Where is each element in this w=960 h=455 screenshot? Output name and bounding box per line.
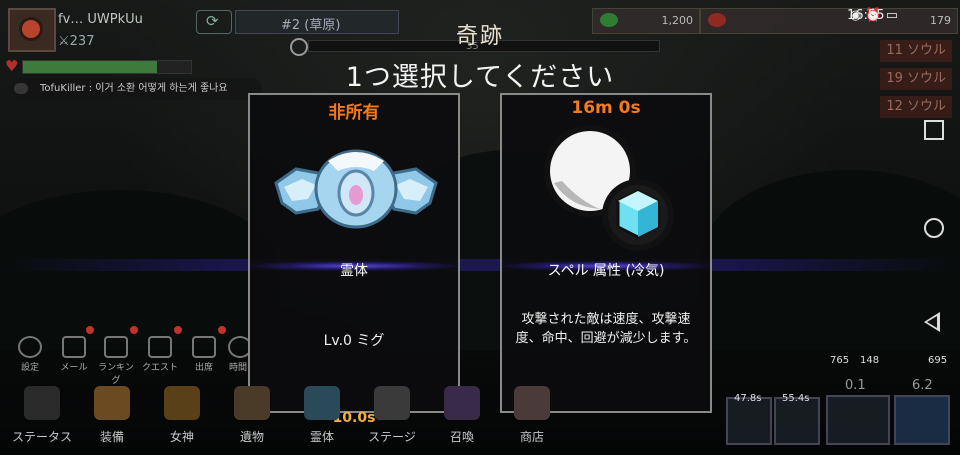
purple-glow-line	[0, 259, 960, 271]
relic-menu-button[interactable]: 遺物	[220, 386, 284, 448]
card-item-level: Lv.0 ミグ	[323, 333, 385, 349]
summon-icon	[444, 386, 480, 420]
stat-b: 148	[860, 355, 880, 366]
shop-icon	[514, 386, 550, 420]
quest-label: クエスト	[142, 363, 179, 373]
stat-e: 6.2	[912, 378, 933, 393]
status-menu-label: ステータス	[11, 430, 72, 444]
notification-dot	[174, 326, 182, 334]
equipment-menu-button[interactable]: 装備	[80, 386, 144, 448]
mail-label: メール	[60, 363, 88, 373]
card-item-description: 攻撃された敵は速度、攻撃速度、命中、回避が減少します。	[515, 312, 697, 346]
settings-label: 設定	[20, 363, 39, 373]
stat-d: 695	[928, 355, 948, 366]
skill-slot-2[interactable]	[774, 397, 820, 445]
stat-a: 765	[830, 355, 850, 366]
back-button[interactable]	[924, 312, 940, 332]
recent-apps-button[interactable]	[924, 120, 944, 140]
ice-orb-icon	[544, 125, 674, 251]
stage-menu-button[interactable]: ステージ	[360, 386, 424, 448]
ranking-button[interactable]: ランキング	[98, 336, 134, 386]
podium-icon	[104, 336, 128, 358]
unit-slot-2[interactable]	[894, 395, 950, 445]
clock-icon	[228, 336, 248, 358]
shop-menu-label: 商店	[519, 430, 544, 444]
soul-count-3: 12 ソウル	[880, 96, 952, 118]
stage-icon	[374, 386, 410, 420]
time-label: 時間	[228, 363, 247, 373]
equipment-menu-label: 装備	[99, 430, 124, 444]
choice-card-cold-spell[interactable]: 16m 0s スペル 属性 (冷気) 攻撃された敵は速度、攻撃速度、命中、回避が…	[500, 93, 712, 413]
spirit-menu-label: 霊体	[309, 430, 334, 444]
ranking-label: ランキング	[98, 363, 134, 386]
relic-icon	[234, 386, 270, 420]
attendance-button[interactable]: 出席	[186, 336, 222, 376]
settings-button[interactable]: 設定	[12, 336, 48, 376]
choice-card-spirit[interactable]: 非所有 霊体 Lv.0 ミグ	[248, 93, 460, 413]
goddess-menu-label: 女神	[169, 430, 194, 444]
dialog-title: 奇跡	[455, 24, 504, 49]
time-button[interactable]: 時間	[228, 336, 248, 376]
notification-dot	[218, 326, 226, 334]
skill-slot-1[interactable]	[726, 397, 772, 445]
home-button[interactable]	[924, 218, 944, 238]
mail-button[interactable]: メール	[56, 336, 92, 376]
card-item-name: 霊体	[340, 263, 368, 279]
slot-2-cooldown: 55.4s	[782, 393, 810, 404]
card-ownership-label: 非所有	[328, 103, 380, 123]
calendar-icon	[192, 336, 216, 358]
checklist-icon	[148, 336, 172, 358]
gear-icon	[18, 336, 42, 358]
unit-slot[interactable]	[826, 395, 890, 445]
attendance-label: 出席	[194, 363, 213, 373]
slot-1-cooldown: 47.8s	[734, 393, 762, 404]
summon-menu-label: 召喚	[449, 430, 474, 444]
notification-dot	[130, 326, 138, 334]
quest-button[interactable]: クエスト	[142, 336, 178, 376]
stage-menu-label: ステージ	[368, 430, 416, 444]
notification-dot	[86, 326, 94, 334]
goddess-icon	[164, 386, 200, 420]
shop-menu-button[interactable]: 商店	[500, 386, 564, 448]
spirit-wings-icon	[274, 149, 438, 229]
spirit-icon	[304, 386, 340, 420]
card-duration-label: 16m 0s	[571, 98, 641, 118]
card-item-name: スペル 属性 (冷気)	[547, 263, 665, 279]
relic-menu-label: 遺物	[239, 430, 264, 444]
skull-icon	[24, 386, 60, 420]
goddess-menu-button[interactable]: 女神	[150, 386, 214, 448]
stat-c: 0.1	[845, 378, 866, 393]
summon-menu-button[interactable]: 召喚	[430, 386, 494, 448]
chest-icon	[94, 386, 130, 420]
mail-icon	[62, 336, 86, 358]
status-menu-button[interactable]: ステータス	[10, 386, 74, 448]
spirit-menu-button[interactable]: 霊体	[290, 386, 354, 448]
dialog-subtitle: 1つ選択してください	[345, 62, 615, 93]
